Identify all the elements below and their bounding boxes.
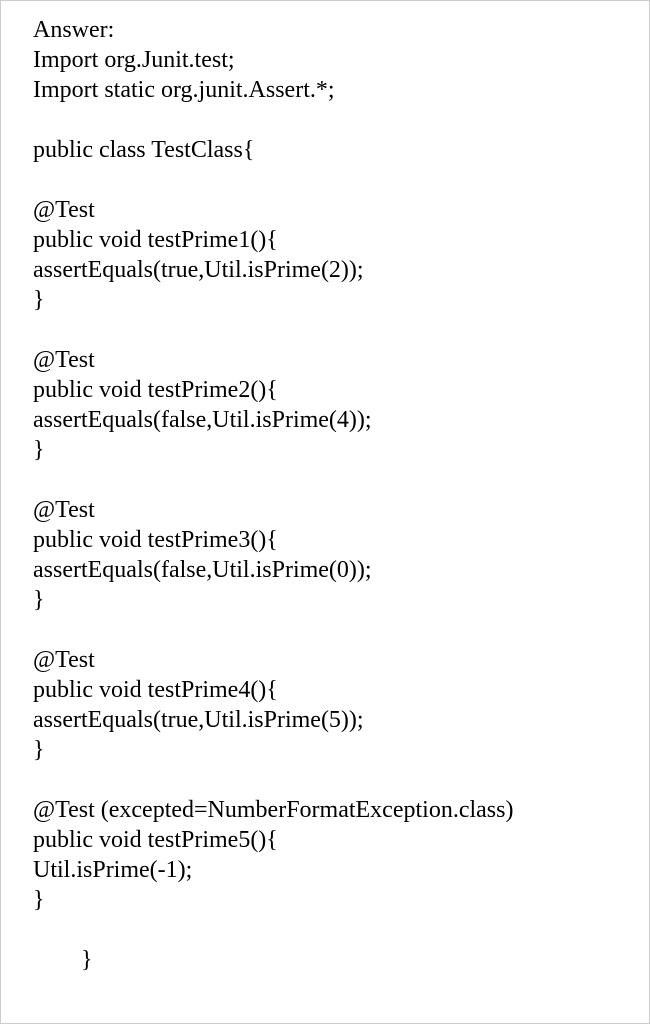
assert-line: assertEquals(false,Util.isPrime(0)); [33,555,617,585]
method-declaration: public void testPrime1(){ [33,225,617,255]
close-brace: } [33,585,617,615]
code-block: Answer: Import org.Junit.test; Import st… [1,1,649,989]
assert-line: assertEquals(true,Util.isPrime(2)); [33,255,617,285]
blank-line [33,165,617,195]
close-brace: } [33,885,617,915]
annotation-line: @Test [33,495,617,525]
annotation-line: @Test (excepted=NumberFormatException.cl… [33,795,617,825]
annotation-line: @Test [33,345,617,375]
import-line: Import org.Junit.test; [33,45,617,75]
close-brace: } [33,285,617,315]
blank-line [33,765,617,795]
import-line: Import static org.junit.Assert.*; [33,75,617,105]
method-declaration: public void testPrime3(){ [33,525,617,555]
answer-label: Answer: [33,15,617,45]
blank-line [33,105,617,135]
blank-line [33,315,617,345]
close-brace: } [33,735,617,765]
method-declaration: public void testPrime2(){ [33,375,617,405]
assert-line: assertEquals(true,Util.isPrime(5)); [33,705,617,735]
close-brace: } [33,945,617,975]
assert-line: assertEquals(false,Util.isPrime(4)); [33,405,617,435]
annotation-line: @Test [33,195,617,225]
close-brace: } [33,435,617,465]
blank-line [33,615,617,645]
blank-line [33,915,617,945]
blank-line [33,465,617,495]
method-declaration: public void testPrime4(){ [33,675,617,705]
class-declaration: public class TestClass{ [33,135,617,165]
call-line: Util.isPrime(-1); [33,855,617,885]
annotation-line: @Test [33,645,617,675]
method-declaration: public void testPrime5(){ [33,825,617,855]
